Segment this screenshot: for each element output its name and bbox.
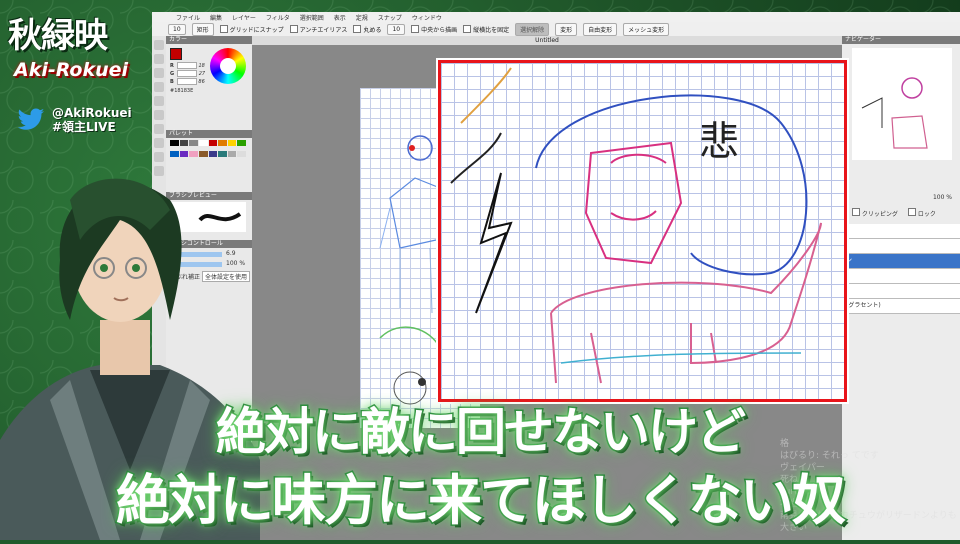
menu-item[interactable]: フィルタ — [266, 13, 290, 22]
menu-item[interactable]: 選択範囲 — [300, 13, 324, 22]
lasso-tool-icon[interactable] — [154, 110, 164, 120]
clipping-label: クリッピング — [861, 211, 898, 218]
logo-kanji: 秋緑映 — [8, 16, 108, 56]
b-value: 86 — [198, 79, 205, 85]
social-text: @AkiRokuei #領主LIVE — [52, 106, 132, 134]
palette-panel-title: パレット — [166, 130, 252, 138]
fix-ratio-checkbox[interactable]: 縦横比を固定 — [463, 25, 509, 34]
mesh-transform-button[interactable]: メッシュ変形 — [623, 22, 670, 36]
logo-romaji: Aki-Rokuei — [14, 59, 129, 81]
zoomed-drawing-inset: 悲 — [438, 60, 847, 402]
b-field[interactable] — [176, 78, 197, 85]
zoomed-sketch — [450, 67, 822, 384]
rounded-value[interactable]: 10 — [387, 23, 406, 35]
move-tool-icon[interactable] — [154, 124, 164, 134]
navigator-thumbnail[interactable] — [852, 48, 952, 160]
lock-checkbox[interactable]: ロック — [907, 208, 936, 218]
layer-name: (グラセント) — [846, 302, 881, 309]
b-label: B — [170, 79, 174, 85]
document-tab[interactable]: Untitled — [252, 36, 842, 45]
g-label: G — [170, 71, 175, 77]
layer-row[interactable] — [842, 224, 960, 239]
grid-snap-checkbox[interactable]: グリッドにスナップ — [219, 25, 284, 34]
layer-row[interactable]: (グラセント) — [842, 299, 960, 314]
r-label: R — [170, 63, 174, 69]
layer-row[interactable] — [842, 284, 960, 299]
stream-tag: #領主LIVE — [52, 120, 116, 134]
size-value[interactable]: 10 — [168, 23, 186, 35]
layer-row[interactable] — [842, 269, 960, 284]
hex-value: #18183E — [170, 88, 194, 94]
menu-item[interactable]: 編集 — [210, 13, 222, 22]
twitter-bird-icon — [17, 108, 45, 130]
shape-select[interactable]: 矩形 — [191, 22, 214, 36]
twitter-handle: @AkiRokuei — [52, 106, 132, 120]
lock-label: ロック — [917, 211, 936, 218]
foreground-color-swatch[interactable] — [170, 48, 182, 60]
tool-options-bar: 10 矩形 グリッドにスナップ アンチエイリアス 丸める 10 中央から描画 縦… — [152, 22, 960, 37]
caption-line-2: 絶対に味方に来てほしくない奴 — [115, 468, 848, 534]
rounded-checkbox[interactable]: 丸める — [353, 25, 381, 34]
transform-button[interactable]: 変形 — [555, 22, 578, 36]
layer-row[interactable] — [842, 239, 960, 254]
g-field[interactable] — [177, 70, 198, 77]
size-field[interactable]: 10 — [168, 23, 186, 35]
navigator-preview — [861, 77, 928, 149]
color-panel-title: カラー — [166, 36, 252, 44]
menu-item[interactable]: レイヤー — [232, 13, 256, 22]
pen-tool-icon[interactable] — [154, 40, 164, 50]
menu-item[interactable]: 定規 — [356, 13, 368, 22]
navigator-title: ナビゲーター — [842, 36, 960, 44]
deselect-button[interactable]: 選択解除 — [515, 22, 550, 36]
palette-swatches[interactable] — [170, 140, 246, 160]
caption-line-1: 絶対に敵に回せないけど — [215, 402, 748, 463]
text-tool-icon[interactable] — [154, 138, 164, 148]
b-row: B 86 — [170, 78, 206, 85]
antialias-checkbox[interactable]: アンチエイリアス — [289, 25, 348, 34]
layer-row-selected[interactable]: ン — [842, 254, 960, 269]
brush-tool-icon[interactable] — [154, 54, 164, 64]
layer-list: ン (グラセント) — [842, 224, 960, 314]
menu-item[interactable]: 表示 — [334, 13, 346, 22]
g-value: 27 — [198, 71, 206, 77]
color-wheel[interactable] — [210, 48, 246, 84]
menu-item[interactable]: スナップ — [378, 13, 402, 22]
antialias-label: アンチエイリアス — [299, 26, 348, 34]
r-value: 18 — [198, 63, 205, 69]
g-row: G 27 — [170, 70, 206, 77]
r-field[interactable] — [176, 62, 197, 69]
center-draw-checkbox[interactable]: 中央から描画 — [411, 25, 457, 34]
clipping-checkbox[interactable]: クリッピング — [852, 208, 898, 218]
zoom-value: 100 % — [932, 194, 952, 201]
grid-snap-label: グリッドにスナップ — [229, 26, 284, 34]
free-transform-button[interactable]: 自由変形 — [583, 22, 618, 36]
eraser-tool-icon[interactable] — [154, 68, 164, 78]
social-info: @AkiRokuei #領主LIVE — [16, 106, 132, 134]
fix-ratio-label: 縦横比を固定 — [473, 26, 510, 34]
fill-tool-icon[interactable] — [154, 82, 164, 92]
menu-item[interactable]: ウィンドウ — [412, 13, 442, 22]
channel-logo: 秋緑映 Aki-Rokuei — [8, 8, 148, 81]
rounded-label: 丸める — [363, 26, 382, 34]
menu-item[interactable]: ファイル — [176, 13, 200, 22]
select-tool-icon[interactable] — [154, 96, 164, 106]
eyedropper-tool-icon[interactable] — [154, 152, 164, 162]
center-draw-label: 中央から描画 — [421, 26, 458, 34]
zoom-label-kanji: 悲 — [699, 119, 739, 165]
r-row: R 18 — [170, 62, 206, 69]
layer-options: クリッピング ロック — [842, 208, 960, 218]
